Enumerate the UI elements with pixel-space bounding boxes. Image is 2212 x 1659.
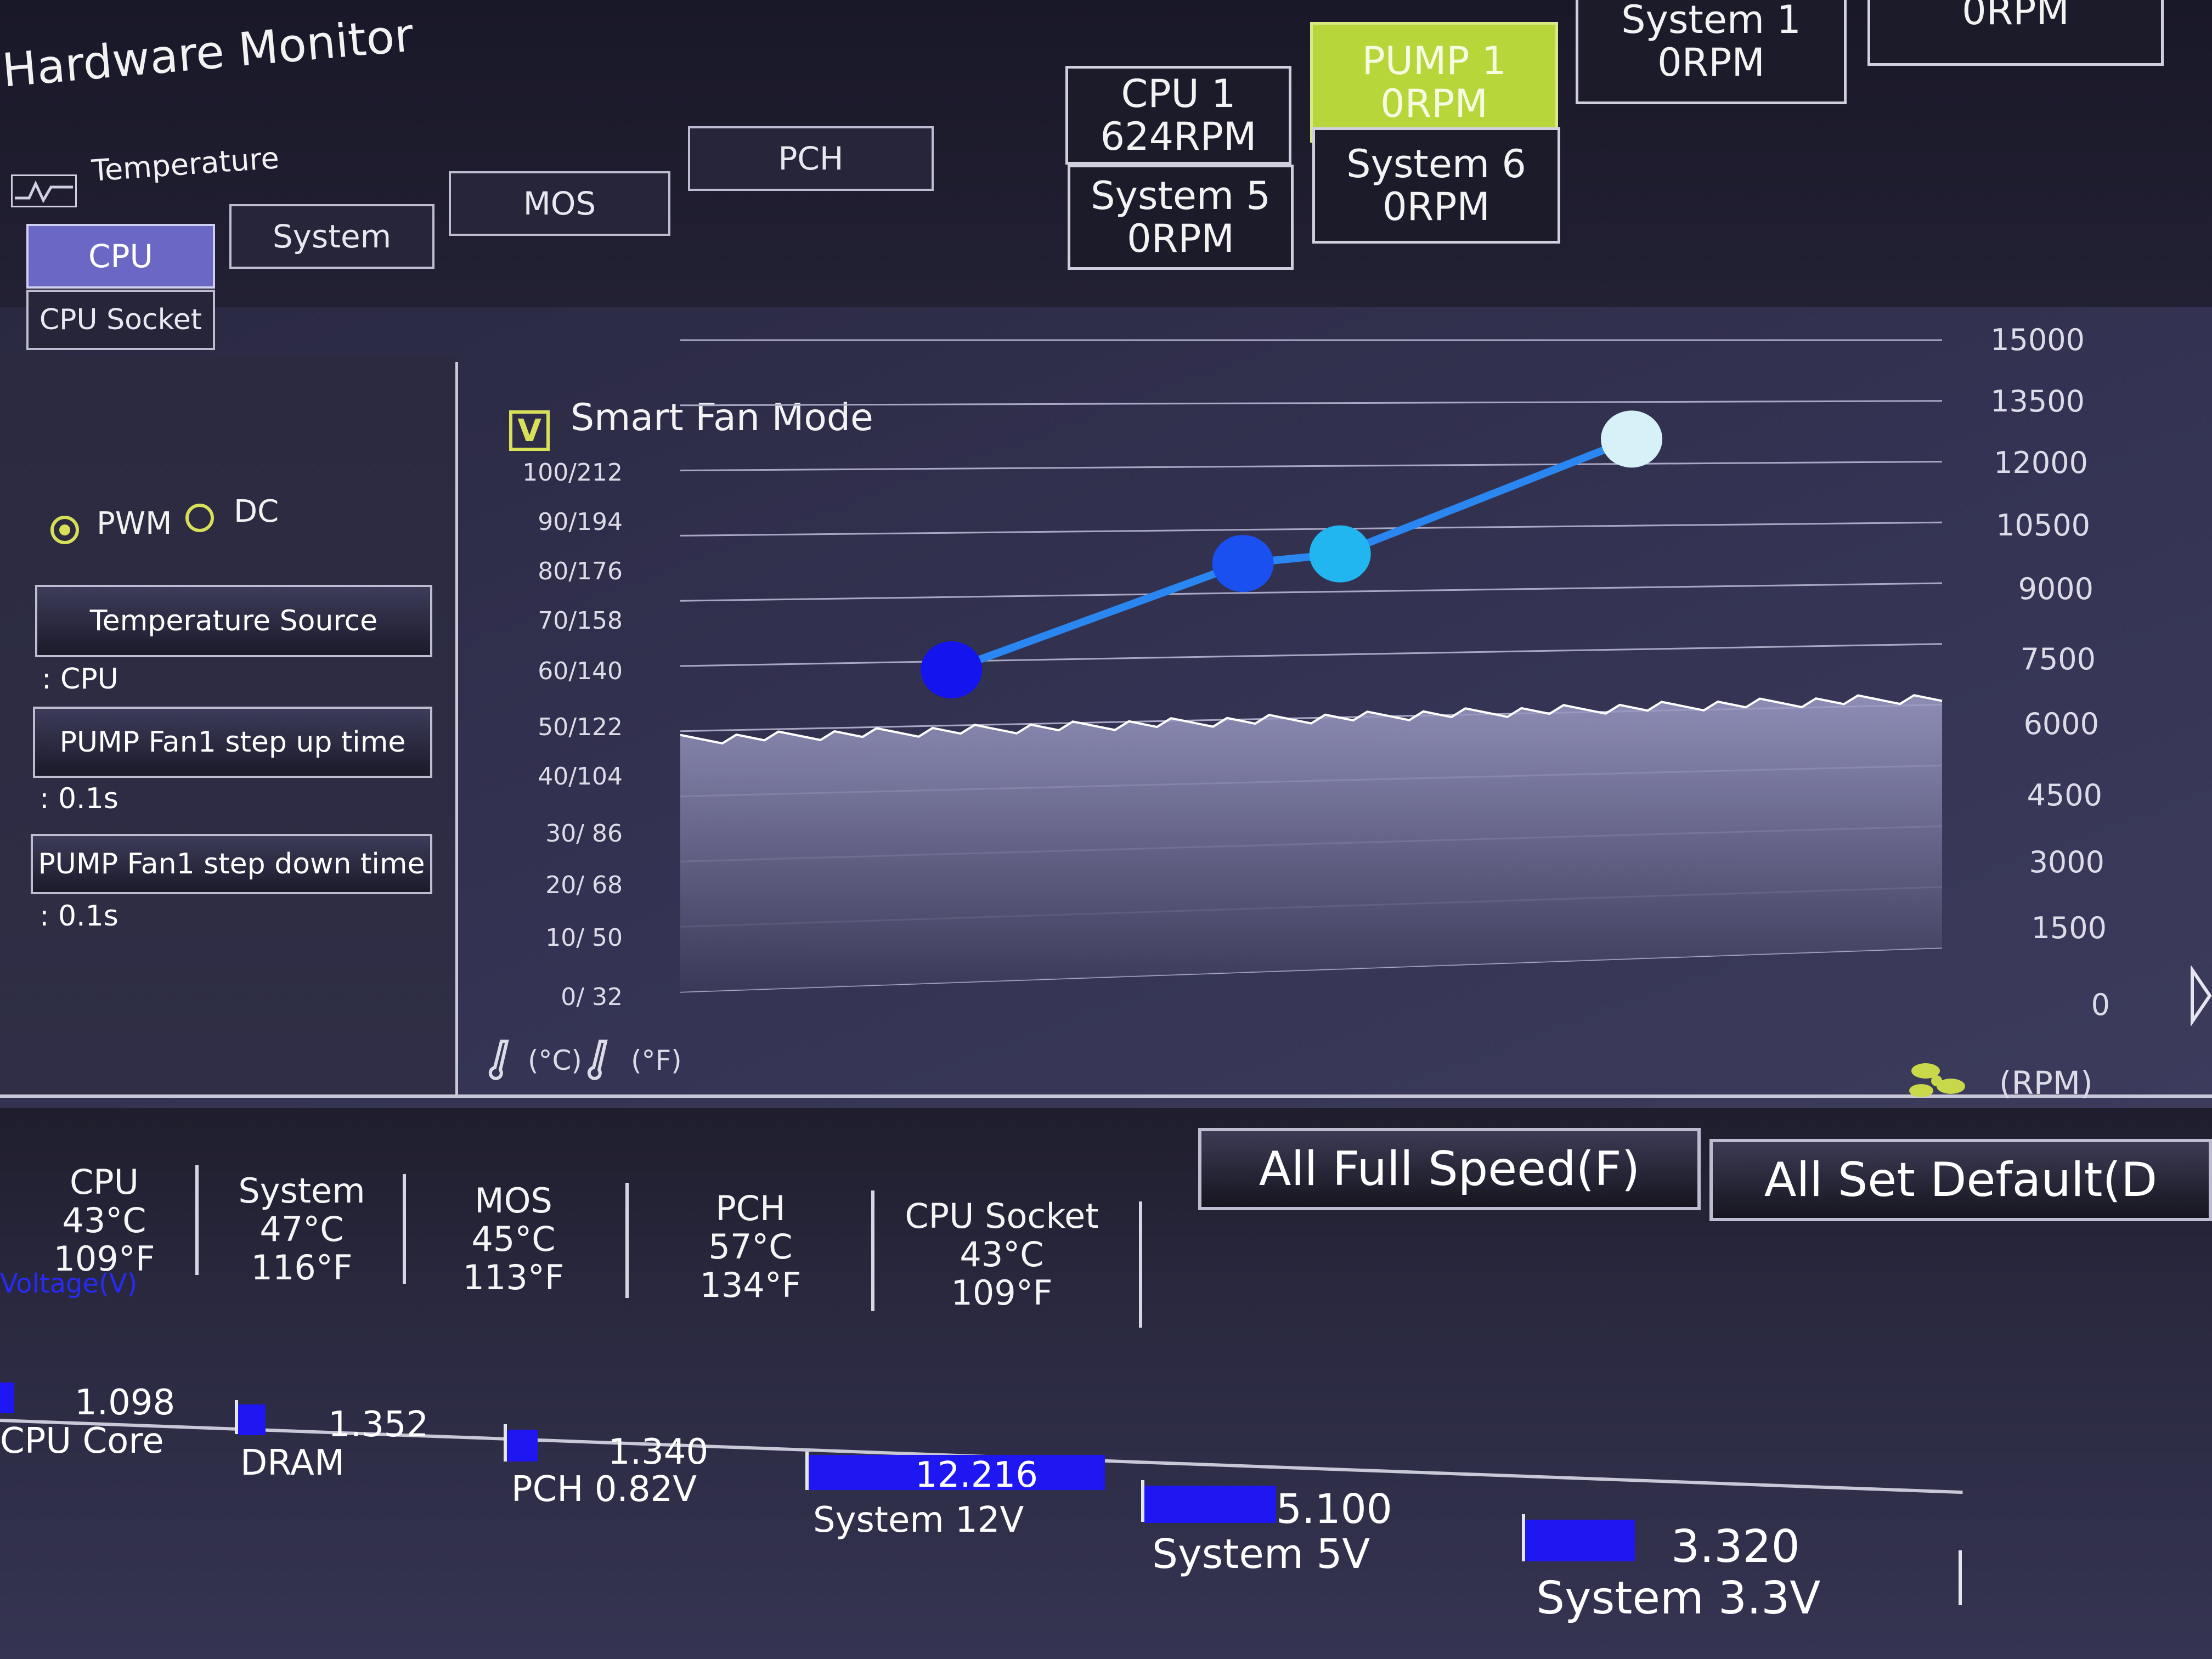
rpm-history-area [680,695,1942,992]
temp-readout-cpu: CPU 43°C 109°F [22,1163,187,1278]
voltage-label: DRAM [240,1443,345,1483]
grid-line [680,400,1943,407]
voltage-bar-dram [238,1404,266,1435]
voltage-value: 1.098 [75,1383,176,1423]
voltage-heading: Voltage(V) [0,1268,138,1299]
temp-readout-mos: MOS 45°C 113°F [431,1182,596,1297]
temp-celsius: 45°C [471,1219,556,1259]
temp-readout-cpu-socket: CPU Socket 43°C 109°F [887,1197,1117,1312]
voltage-label: PCH 0.82V [511,1469,697,1510]
voltage-value: 3.320 [1671,1521,1800,1573]
temp-fahrenheit: 134°F [699,1265,802,1305]
voltage-value: 12.216 [915,1455,1038,1496]
thermometer-icon [584,1037,619,1081]
temp-readout-system: System 47°C 116°F [219,1172,384,1287]
curve-point-handle[interactable] [1601,410,1663,468]
temp-unit-f: (°F) [631,1045,682,1076]
grid-line [680,643,1943,667]
all-full-speed-button[interactable]: All Full Speed(F) [1198,1128,1701,1210]
curve-point-handle[interactable] [1309,525,1371,583]
temp-celsius: 43°C [960,1234,1044,1274]
divider [195,1165,199,1275]
fan-curve-line [950,435,1633,674]
thermometer-icon [485,1037,520,1081]
voltage-bar-cpu-core [0,1383,14,1413]
temp-name: MOS [475,1181,552,1221]
temp-name: CPU Socket [905,1196,1099,1236]
curve-point-handle[interactable] [1212,535,1274,592]
divider [1139,1201,1142,1328]
grid-line [680,582,1943,602]
temp-celsius: 43°C [62,1200,146,1240]
fan-icon [1901,1059,1973,1103]
temp-name: CPU [69,1162,139,1202]
voltage-label: System 3.3V [1536,1572,1821,1624]
scroll-right-arrow-icon[interactable] [2189,964,2212,1027]
temp-fahrenheit: 109°F [951,1273,1053,1313]
divider [403,1174,406,1284]
rpm-unit: (RPM) [1999,1064,2093,1102]
all-set-default-button[interactable]: All Set Default(D [1709,1139,2212,1221]
curve-point-handle[interactable] [921,641,983,698]
temp-celsius: 57°C [708,1227,793,1267]
temp-name: PCH [715,1188,786,1228]
temp-unit-c: (°C) [528,1045,582,1076]
grid-line [680,461,1943,472]
temp-fahrenheit: 116°F [251,1248,353,1288]
voltage-bar-pch [507,1430,538,1462]
voltage-value: 5.100 [1276,1486,1392,1533]
voltage-label: System 5V [1152,1531,1370,1578]
voltage-value: 1.352 [328,1404,429,1445]
voltage-label: CPU Core [0,1421,164,1462]
voltage-bar-system-5v [1144,1486,1276,1523]
temp-celsius: 47°C [259,1209,344,1249]
voltage-bar-system-3v3 [1525,1520,1635,1561]
divider [625,1183,629,1298]
voltage-label: System 12V [813,1500,1024,1541]
temp-readout-pch: PCH 57°C 134°F [668,1189,833,1305]
grid-line [680,521,1943,537]
divider [871,1190,874,1311]
temp-name: System [238,1171,365,1211]
voltage-value: 1.340 [608,1432,709,1472]
temp-fahrenheit: 113°F [462,1257,565,1297]
bar-bracket [1959,1550,1962,1605]
